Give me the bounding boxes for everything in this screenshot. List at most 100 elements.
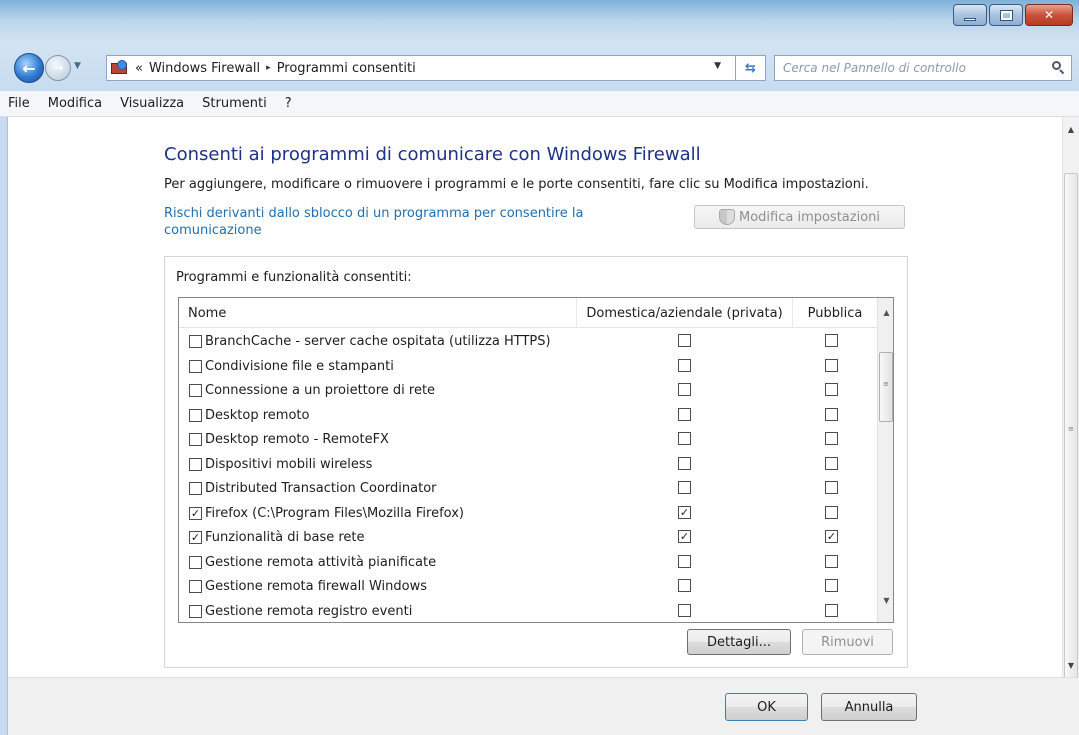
breadcrumb-separator-icon[interactable]: ▸ bbox=[266, 63, 271, 73]
public-network-checkbox[interactable] bbox=[825, 456, 838, 470]
list-item[interactable]: Desktop remoto - RemoteFX bbox=[179, 427, 877, 452]
list-item[interactable]: Gestione remota attività pianificate bbox=[179, 550, 877, 575]
program-name: Gestione remota registro eventi bbox=[189, 604, 412, 619]
main-scrollbar[interactable]: ▲ ≡ ▼ bbox=[1062, 117, 1079, 685]
address-bar[interactable]: « Windows Firewall ▸ Programmi consentit… bbox=[106, 55, 766, 81]
cancel-button[interactable]: Annulla bbox=[821, 693, 917, 721]
program-label: Connessione a un proiettore di rete bbox=[205, 383, 436, 398]
home-network-checkbox[interactable] bbox=[678, 334, 691, 347]
program-enabled-checkbox[interactable] bbox=[189, 482, 202, 495]
home-network-checkbox[interactable] bbox=[678, 383, 691, 396]
home-network-checkbox[interactable] bbox=[678, 481, 691, 494]
scroll-up-icon[interactable]: ▲ bbox=[1063, 121, 1079, 137]
forward-button[interactable]: → bbox=[45, 55, 71, 81]
list-rows: BranchCache - server cache ospitata (uti… bbox=[179, 329, 877, 623]
program-enabled-checkbox[interactable] bbox=[189, 359, 202, 373]
details-button[interactable]: Dettagli... bbox=[687, 629, 791, 655]
home-network-checkbox[interactable] bbox=[678, 603, 691, 617]
refresh-button[interactable]: ⇆ bbox=[735, 55, 765, 81]
search-icon[interactable] bbox=[1052, 61, 1065, 75]
modify-settings-button[interactable]: Modifica impostazioni bbox=[694, 205, 905, 229]
scroll-up-icon[interactable]: ▲ bbox=[878, 304, 893, 320]
back-button[interactable]: ← bbox=[14, 53, 44, 83]
remove-button[interactable]: Rimuovi bbox=[802, 629, 893, 655]
program-enabled-checkbox[interactable] bbox=[189, 384, 202, 397]
program-name: Gestione remota attività pianificate bbox=[189, 555, 436, 570]
public-network-checkbox[interactable] bbox=[825, 481, 838, 494]
public-network-checkbox[interactable] bbox=[825, 407, 838, 421]
scroll-down-icon[interactable]: ▼ bbox=[1063, 657, 1079, 673]
program-enabled-checkbox[interactable]: ✓ bbox=[189, 531, 202, 544]
public-network-checkbox[interactable] bbox=[825, 358, 838, 372]
list-item[interactable]: BranchCache - server cache ospitata (uti… bbox=[179, 329, 877, 354]
list-item[interactable]: ✓ Firefox (C:\Program Files\Mozilla Firef… bbox=[179, 501, 877, 526]
program-name: Connessione a un proiettore di rete bbox=[189, 383, 435, 398]
program-enabled-checkbox[interactable] bbox=[189, 604, 202, 618]
menu-file[interactable]: File bbox=[6, 93, 39, 114]
public-network-checkbox[interactable] bbox=[825, 603, 838, 617]
breadcrumb-programmi-consentiti[interactable]: Programmi consentiti bbox=[277, 61, 416, 76]
maximize-button[interactable] bbox=[989, 4, 1023, 26]
list-item[interactable]: Distributed Transaction Coordinator bbox=[179, 476, 877, 501]
list-scroll-thumb[interactable]: ≡ bbox=[879, 352, 893, 422]
list-item[interactable]: Gestione remota firewall Windows bbox=[179, 574, 877, 599]
home-network-checkbox[interactable]: ✓ bbox=[678, 505, 691, 519]
programs-list[interactable]: Nome Domestica/aziendale (privata) Pubbl… bbox=[178, 297, 894, 623]
public-network-checkbox[interactable] bbox=[825, 554, 838, 568]
search-input[interactable] bbox=[783, 61, 1033, 75]
list-scrollbar[interactable]: ▲ ≡ ▼ bbox=[877, 298, 893, 622]
menu-visualizza[interactable]: Visualizza bbox=[111, 93, 193, 114]
breadcrumb-windows-firewall[interactable]: Windows Firewall bbox=[149, 61, 260, 76]
program-enabled-checkbox[interactable] bbox=[189, 335, 202, 348]
program-name: ✓ Firefox (C:\Program Files\Mozilla Firef… bbox=[189, 506, 464, 521]
program-label: Gestione remota attività pianificate bbox=[205, 554, 437, 570]
public-network-checkbox[interactable]: ✓ bbox=[825, 530, 838, 543]
list-item[interactable]: Condivisione file e stampanti bbox=[179, 354, 877, 379]
column-header-name[interactable]: Nome bbox=[179, 298, 577, 328]
breadcrumb-overflow[interactable]: « bbox=[135, 61, 143, 76]
program-enabled-checkbox[interactable] bbox=[189, 555, 202, 569]
home-network-checkbox[interactable] bbox=[678, 432, 691, 445]
home-network-checkbox[interactable] bbox=[678, 407, 691, 421]
program-label: Gestione remota registro eventi bbox=[205, 603, 413, 619]
public-network-checkbox[interactable] bbox=[825, 334, 838, 347]
program-enabled-checkbox[interactable]: ✓ bbox=[189, 506, 202, 520]
address-dropdown-icon[interactable]: ▼ bbox=[714, 61, 721, 71]
program-enabled-checkbox[interactable] bbox=[189, 457, 202, 471]
window-titlebar[interactable]: ✕ bbox=[0, 0, 1079, 43]
minimize-button[interactable] bbox=[953, 4, 987, 26]
home-network-checkbox[interactable] bbox=[678, 554, 691, 568]
forward-arrow-icon: → bbox=[52, 60, 64, 76]
close-button[interactable]: ✕ bbox=[1025, 4, 1073, 26]
public-network-checkbox[interactable] bbox=[825, 505, 838, 519]
uac-shield-icon bbox=[718, 209, 735, 225]
menu-strumenti[interactable]: Strumenti bbox=[193, 93, 276, 114]
column-header-home[interactable]: Domestica/aziendale (privata) bbox=[577, 298, 793, 328]
menu-help[interactable]: ? bbox=[276, 93, 301, 114]
program-name: Condivisione file e stampanti bbox=[189, 359, 394, 374]
ok-button[interactable]: OK bbox=[725, 693, 808, 721]
list-item[interactable]: Connessione a un proiettore di rete bbox=[179, 378, 877, 403]
public-network-checkbox[interactable] bbox=[825, 383, 838, 396]
scroll-down-icon[interactable]: ▼ bbox=[878, 592, 893, 608]
program-enabled-checkbox[interactable] bbox=[189, 580, 202, 593]
list-item[interactable]: Dispositivi mobili wireless bbox=[179, 452, 877, 477]
maximize-icon bbox=[999, 9, 1013, 21]
home-network-checkbox[interactable] bbox=[678, 456, 691, 470]
public-network-checkbox[interactable] bbox=[825, 579, 838, 592]
list-item[interactable]: ✓ Funzionalità di base rete ✓ ✓ bbox=[179, 525, 877, 550]
risk-info-link[interactable]: Rischi derivanti dallo sblocco di un pro… bbox=[164, 205, 634, 239]
recent-pages-dropdown[interactable]: ▼ bbox=[74, 61, 81, 71]
column-header-public[interactable]: Pubblica bbox=[793, 298, 877, 328]
home-network-checkbox[interactable] bbox=[678, 358, 691, 372]
list-item[interactable]: Desktop remoto bbox=[179, 403, 877, 428]
home-network-checkbox[interactable]: ✓ bbox=[678, 530, 691, 543]
home-network-checkbox[interactable] bbox=[678, 579, 691, 592]
public-network-checkbox[interactable] bbox=[825, 432, 838, 445]
program-enabled-checkbox[interactable] bbox=[189, 433, 202, 446]
menu-modifica[interactable]: Modifica bbox=[39, 93, 111, 114]
program-enabled-checkbox[interactable] bbox=[189, 408, 202, 422]
list-item[interactable]: Gestione remota registro eventi bbox=[179, 599, 877, 623]
search-box[interactable] bbox=[774, 55, 1072, 81]
main-scroll-thumb[interactable]: ≡ bbox=[1064, 173, 1078, 685]
